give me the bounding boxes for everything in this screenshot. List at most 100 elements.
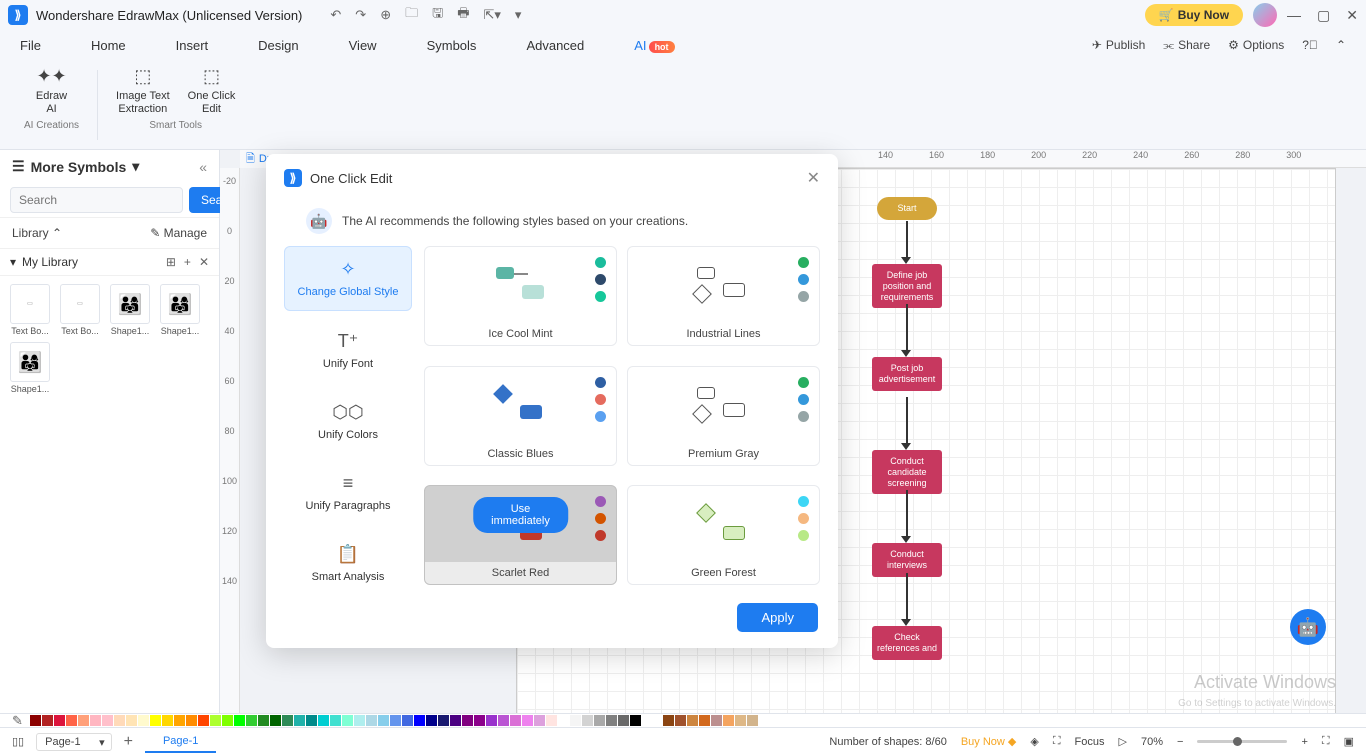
user-avatar[interactable] [1253,3,1277,27]
color-swatch[interactable] [198,715,209,726]
menu-design[interactable]: Design [258,38,298,53]
color-swatch[interactable] [54,715,65,726]
color-swatch[interactable] [747,715,758,726]
unify-colors[interactable]: ⬡⬡Unify Colors [284,390,412,453]
collapse-ribbon-icon[interactable]: ⌃ [1336,38,1346,52]
manage-button[interactable]: ✎ Manage [150,226,207,240]
color-swatch[interactable] [114,715,125,726]
color-swatch[interactable] [390,715,401,726]
color-swatch[interactable] [426,715,437,726]
color-swatch[interactable] [78,715,89,726]
color-swatch[interactable] [522,715,533,726]
color-swatch[interactable] [150,715,161,726]
color-swatch[interactable] [210,715,221,726]
focus-mode[interactable]: Focus [1075,736,1105,748]
flow-node[interactable]: Define job position and requirements [872,264,942,308]
color-swatch[interactable] [102,715,113,726]
color-swatch[interactable] [486,715,497,726]
flow-node[interactable]: Check references and [872,626,942,660]
save-icon[interactable]: 🖫 [432,4,443,26]
change-global-style[interactable]: ✧Change Global Style [284,246,412,311]
color-swatch[interactable] [378,715,389,726]
menu-symbols[interactable]: Symbols [427,38,477,53]
more-icon[interactable]: ▾ [515,7,522,23]
menu-insert[interactable]: Insert [176,38,209,53]
style-card-ice-cool-mint[interactable]: Ice Cool Mint [424,246,617,346]
redo-icon[interactable]: ↷ [355,7,366,23]
list-view-icon[interactable]: ⊞ [166,255,176,269]
color-swatch[interactable] [138,715,149,726]
style-card-green-forest[interactable]: Green Forest [627,485,820,585]
menu-home[interactable]: Home [91,38,126,53]
collapse-sidebar-icon[interactable]: « [199,159,207,175]
new-icon[interactable]: ⊕ [380,7,391,23]
color-swatch[interactable] [402,715,413,726]
shape-item[interactable]: 👨‍👩‍👧Shape1... [8,342,52,394]
chevron-down-icon[interactable]: ▾ [10,255,16,269]
search-input[interactable] [10,187,183,213]
color-swatch[interactable] [246,715,257,726]
color-swatch[interactable] [354,715,365,726]
close-window-icon[interactable]: ✕ [1346,7,1358,24]
apply-button[interactable]: Apply [737,603,818,632]
style-card-premium-gray[interactable]: Premium Gray [627,366,820,466]
color-swatch[interactable] [222,715,233,726]
shape-item[interactable]: ▭Text Bo... [8,284,52,336]
flow-start-node[interactable]: Start [877,197,937,220]
color-swatch[interactable] [723,715,734,726]
color-swatch[interactable] [174,715,185,726]
menu-view[interactable]: View [349,38,377,53]
maximize-icon[interactable]: ▢ [1317,7,1330,24]
more-symbols-header[interactable]: ☰ More Symbols▾ [12,158,139,175]
shape-item[interactable]: ▭Text Bo... [58,284,102,336]
add-page-icon[interactable]: + [124,733,133,751]
color-swatch[interactable] [234,715,245,726]
close-icon[interactable]: ✕ [807,168,820,188]
presentation-icon[interactable]: ▷ [1119,735,1127,748]
color-swatch[interactable] [438,715,449,726]
buy-now-link[interactable]: Buy Now ◆ [961,735,1017,748]
color-swatch[interactable] [498,715,509,726]
eyedropper-icon[interactable]: ✎ [12,713,23,729]
color-swatch[interactable] [582,715,593,726]
style-card-scarlet-red[interactable]: Use immediately Scarlet Red [424,485,617,585]
print-icon[interactable]: 🖶 [457,4,469,26]
color-swatch[interactable] [558,715,569,726]
fit-icon[interactable]: ⛶ [1053,735,1061,748]
unify-paragraphs[interactable]: ≡Unify Paragraphs [284,461,412,524]
color-swatch[interactable] [294,715,305,726]
color-swatch[interactable] [342,715,353,726]
color-swatch[interactable] [450,715,461,726]
color-swatch[interactable] [711,715,722,726]
flow-node[interactable]: Conduct candidate screening [872,450,942,494]
color-swatch[interactable] [546,715,557,726]
color-swatch[interactable] [618,715,629,726]
image-text-extraction-button[interactable]: ⬚ Image Text Extraction [116,66,170,116]
share-button[interactable]: ⫘ Share [1163,38,1210,53]
fullscreen-icon[interactable]: ▣ [1344,735,1354,748]
export-icon[interactable]: ⇱▾ [483,7,500,23]
one-click-edit-button[interactable]: ⬚ One Click Edit [188,66,236,116]
color-swatch[interactable] [90,715,101,726]
help-icon[interactable]: ?⃝ [1302,38,1318,52]
options-button[interactable]: ⚙ Options [1228,38,1284,52]
color-swatch[interactable] [414,715,425,726]
page-selector[interactable]: Page-1▾ [36,733,111,751]
color-swatch[interactable] [318,715,329,726]
color-swatch[interactable] [162,715,173,726]
layers-icon[interactable]: ◈ [1030,735,1038,748]
color-swatch[interactable] [570,715,581,726]
add-icon[interactable]: + [184,255,191,269]
fit-page-icon[interactable]: ⛶ [1322,735,1330,748]
color-swatch[interactable] [594,715,605,726]
color-swatch[interactable] [462,715,473,726]
color-swatch[interactable] [606,715,617,726]
use-immediately-button[interactable]: Use immediately [473,497,569,533]
style-card-classic-blues[interactable]: Classic Blues [424,366,617,466]
menu-ai[interactable]: AIhot [634,38,674,53]
color-swatch[interactable] [687,715,698,726]
color-swatch[interactable] [474,715,485,726]
shape-item[interactable]: 👨‍👩‍👧Shape1... [108,284,152,336]
buy-now-button[interactable]: 🛒 Buy Now [1145,4,1243,26]
zoom-slider[interactable] [1197,740,1287,743]
